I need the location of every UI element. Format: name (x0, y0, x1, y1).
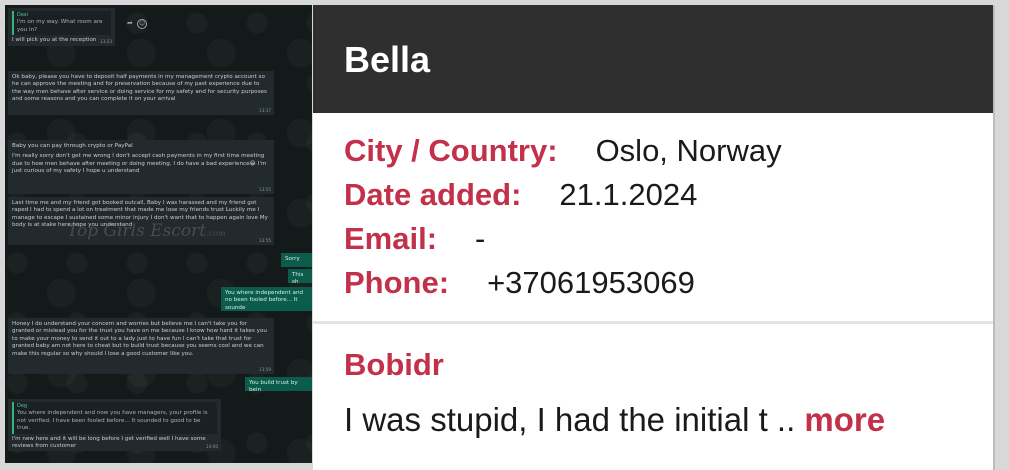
review-author: Bobidr (344, 347, 444, 382)
message-text: Sorry (285, 256, 300, 262)
quoted-message: Deg You where independent and now you ha… (12, 402, 217, 434)
review-text-line: I was stupid, I had the initial t .. mor… (344, 401, 885, 439)
message-time: 13:59 (258, 366, 271, 372)
chat-message: Ok baby, please you have to deposit half… (8, 71, 274, 115)
phone-value: +37061953069 (487, 265, 695, 300)
message-text: You where independent and no been fooled… (225, 290, 304, 311)
chat-message: Honey I do understand your concern and w… (8, 318, 274, 374)
email-label: Email: (344, 221, 438, 256)
city-label: City / Country: (344, 133, 558, 168)
profile-header: Bella (313, 5, 993, 113)
date-row: Date added: 21.1.2024 (344, 177, 697, 213)
phone-row: Phone: +37061953069 (344, 265, 695, 301)
city-value: Oslo, Norway (595, 133, 782, 168)
message-text: I will pick you at the reception (12, 37, 97, 44)
emoji-icon: ☺ (137, 19, 147, 29)
watermark: Top Girls Escort.com (67, 221, 226, 241)
message-text: I'm new here and it will be long before … (12, 435, 206, 450)
message-time: 13:37 (258, 107, 271, 113)
email-value: - (475, 221, 486, 256)
message-text: Honey I do understand your concern and w… (12, 321, 267, 357)
city-row: City / Country: Oslo, Norway (344, 133, 782, 169)
quoted-author: Desi (17, 12, 28, 18)
quoted-author: Deg (17, 403, 28, 409)
message-time: 14:00 (205, 443, 218, 449)
chat-message: Baby you can pay through crypto or PayPa… (8, 140, 274, 194)
message-time: 13:23 (99, 38, 112, 44)
chat-message: You build trust by bein (245, 377, 312, 391)
review-text: I was stupid, I had the initial t .. (344, 401, 805, 438)
chat-message: This sh (288, 269, 312, 283)
message-text: This sh (292, 272, 304, 283)
chat-message: Desi I'm on my way. What room are you in… (8, 8, 115, 46)
quoted-message: Desi I'm on my way. What room are you in… (12, 11, 111, 36)
profile-name: Bella (344, 39, 431, 80)
quoted-text: I'm on my way. What room are you in? (17, 19, 103, 33)
profile-details: City / Country: Oslo, Norway Date added: 2… (313, 113, 993, 321)
message-time: 13:55 (258, 186, 271, 192)
date-value: 21.1.2024 (559, 177, 698, 212)
more-link[interactable]: more (804, 401, 885, 438)
chat-message: You where independent and no been fooled… (221, 287, 312, 311)
watermark-text: Top Girls Escort (67, 221, 207, 241)
message-time: 13:55 (258, 237, 271, 243)
review-card: Bobidr I was stupid, I had the initial t… (313, 324, 993, 470)
page-edge (993, 5, 995, 470)
message-text: Baby you can pay through crypto or PayPa… (12, 143, 133, 149)
email-row: Email: - (344, 221, 485, 257)
chat-message: Deg You where independent and now you ha… (8, 399, 221, 451)
date-label: Date added: (344, 177, 522, 212)
chat-message: Sorry (281, 253, 312, 267)
phone-label: Phone: (344, 265, 450, 300)
quoted-text: You where independent and now you have m… (17, 410, 208, 432)
forward-icon: ➦ (127, 19, 133, 27)
chat-screenshot: Desi I'm on my way. What room are you in… (5, 5, 312, 463)
watermark-suffix: .com (206, 229, 226, 238)
message-text: I'm really sorry don't get me wrong I do… (12, 153, 267, 175)
message-text: You build trust by bein (249, 380, 298, 391)
message-text: Ok baby, please you have to deposit half… (12, 74, 267, 103)
